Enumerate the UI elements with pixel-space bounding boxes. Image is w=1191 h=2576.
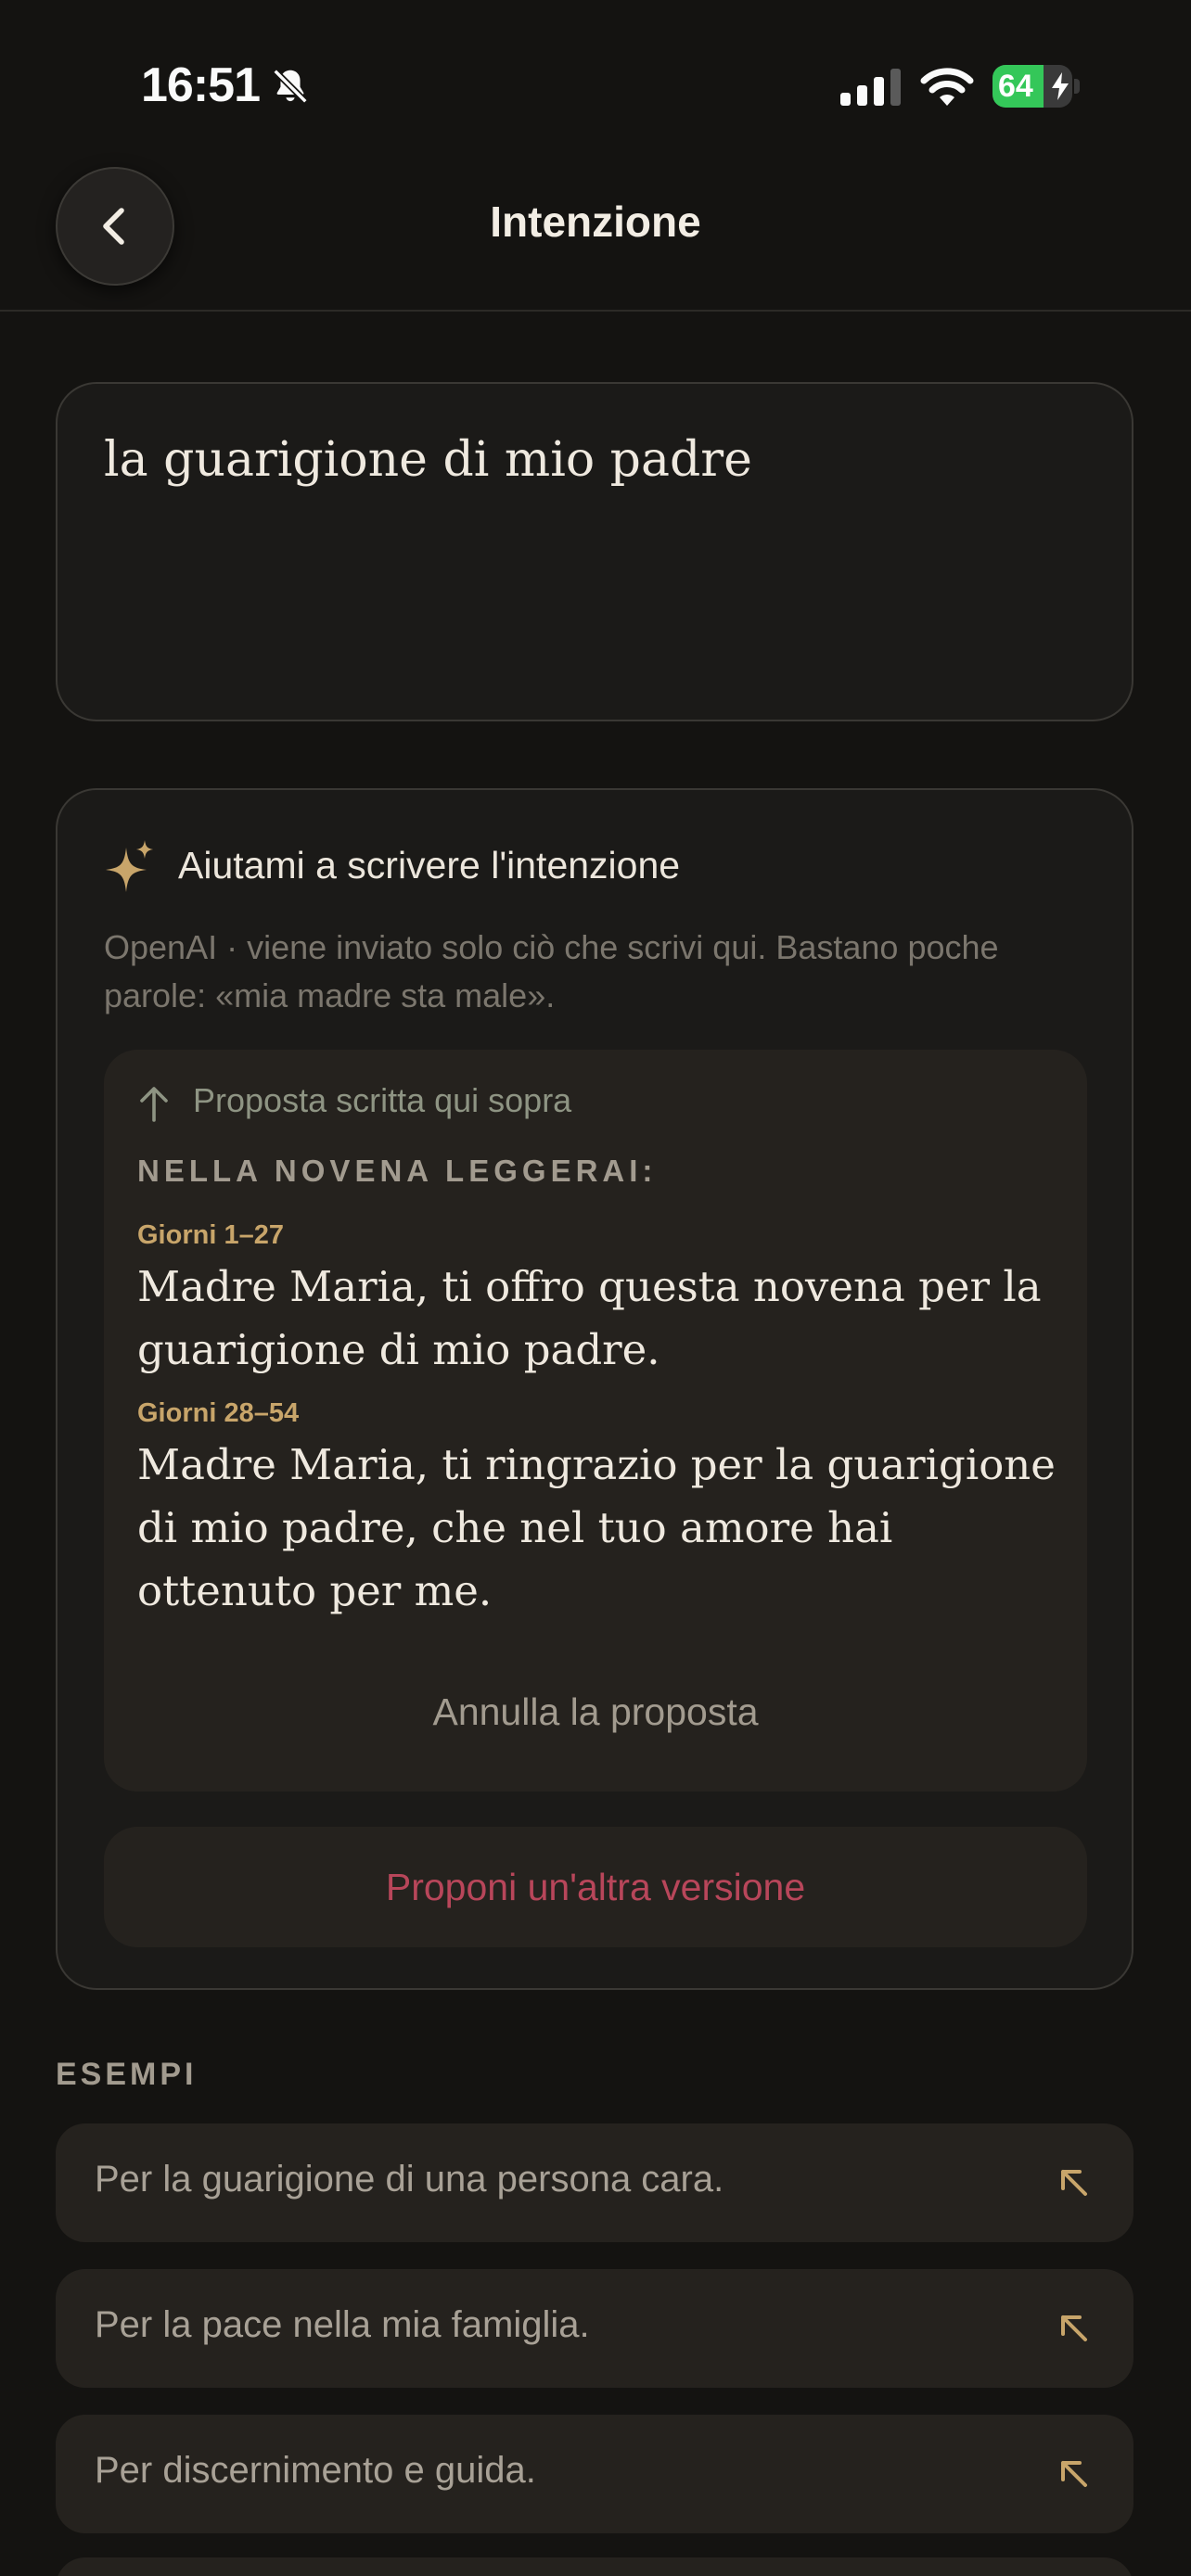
proposal-box: Proposta scritta qui sopra NELLA NOVENA … xyxy=(104,1050,1087,1792)
battery-indicator: 64 xyxy=(992,65,1080,108)
example-label: Per la pace nella mia famiglia. xyxy=(95,2304,590,2345)
day-range-label: Giorni 1–27 xyxy=(137,1220,284,1250)
header-divider xyxy=(0,310,1191,312)
status-bar: 16:51 64 xyxy=(0,0,1191,158)
status-time: 16:51 xyxy=(141,58,261,112)
arrow-up-left-icon xyxy=(1061,2170,1087,2196)
battery-cap xyxy=(1074,79,1080,94)
intention-screen: 16:51 64 Intenzione la guarigione di mio… xyxy=(0,0,1191,2576)
examples-section-title: ESEMPI xyxy=(56,2057,198,2092)
example-label: Per discernimento e guida. xyxy=(95,2450,536,2491)
sparkle-icon xyxy=(106,840,153,892)
bell-slash-icon xyxy=(273,69,308,104)
arrow-up-icon xyxy=(140,1087,168,1122)
example-item[interactable]: Per la guarigione di una persona cara. xyxy=(56,2123,1133,2242)
helper-title: Aiutami a scrivere l'intenzione xyxy=(178,844,681,886)
example-label: Per la guarigione di una persona cara. xyxy=(95,2159,724,2200)
example-item[interactable] xyxy=(56,2557,1133,2576)
arrow-up-left-icon xyxy=(1061,2461,1087,2487)
intention-text-field[interactable]: la guarigione di mio padre xyxy=(56,382,1133,721)
proposal-source-label: Proposta scritta qui sopra xyxy=(193,1081,572,1119)
cellular-signal-icon xyxy=(840,69,901,106)
intention-value[interactable]: la guarigione di mio padre xyxy=(104,432,752,488)
day-range-label: Giorni 28–54 xyxy=(137,1398,300,1428)
helper-description: OpenAI · viene inviato solo ciò che scri… xyxy=(104,928,999,1014)
battery-body: 64 xyxy=(992,65,1072,108)
day-prayer-text: Madre Maria, ti offro questa novena per … xyxy=(137,1262,1042,1374)
regenerate-proposal-button[interactable]: Proponi un'altra versione xyxy=(104,1827,1087,1947)
reading-header: NELLA NOVENA LEGGERAI: xyxy=(137,1154,658,1188)
cancel-proposal-button[interactable]: Annulla la proposta xyxy=(137,1662,1054,1762)
page-title: Intenzione xyxy=(490,198,701,246)
charging-bolt-icon xyxy=(1052,72,1069,100)
battery-percent: 64 xyxy=(998,69,1033,104)
example-item[interactable]: Per discernimento e guida. xyxy=(56,2415,1133,2533)
wifi-icon xyxy=(920,68,974,106)
day-prayer-text: Madre Maria, ti ringrazio per la guarigi… xyxy=(137,1440,1056,1615)
arrow-up-left-icon xyxy=(1061,2315,1087,2341)
writing-helper-card: Aiutami a scrivere l'intenzione OpenAI ·… xyxy=(56,788,1133,1990)
example-item[interactable]: Per la pace nella mia famiglia. xyxy=(56,2269,1133,2388)
